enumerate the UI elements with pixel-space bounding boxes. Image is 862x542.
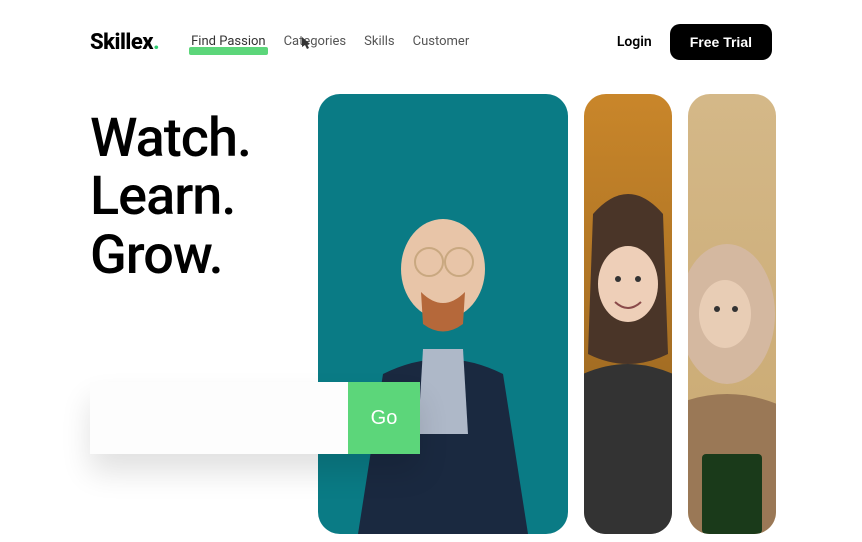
- hero-image-3: [688, 94, 776, 534]
- hero-text: Watch. Learn. Grow.: [90, 110, 251, 285]
- hero-line-3: Grow.: [90, 224, 223, 287]
- nav-categories[interactable]: Categories: [284, 34, 347, 51]
- search-bar: Go: [90, 382, 420, 454]
- nav-skills[interactable]: Skills: [364, 34, 395, 51]
- nav-find-passion[interactable]: Find Passion: [191, 34, 265, 51]
- hero-images: [318, 94, 776, 534]
- person-icon: [688, 174, 776, 534]
- hero-heading: Watch. Learn. Grow.: [90, 110, 251, 285]
- logo[interactable]: Skillex.: [90, 30, 159, 55]
- header: Skillex. Find Passion Categories Skills …: [0, 0, 862, 60]
- header-right: Login Free Trial: [617, 24, 772, 60]
- person-icon: [333, 174, 553, 534]
- hero-image-1: [318, 94, 568, 534]
- nav-customer[interactable]: Customer: [413, 34, 470, 51]
- hero-image-2: [584, 94, 672, 534]
- person-icon: [584, 174, 672, 534]
- logo-dot: .: [153, 30, 159, 55]
- login-link[interactable]: Login: [617, 34, 652, 50]
- logo-text: Skillex: [90, 30, 153, 55]
- go-button[interactable]: Go: [348, 382, 420, 454]
- search-input[interactable]: [90, 382, 348, 454]
- hero-line-1: Watch.: [90, 107, 251, 170]
- hero-line-2: Learn.: [90, 165, 235, 228]
- main-nav: Find Passion Categories Skills Customer: [191, 34, 469, 51]
- free-trial-button[interactable]: Free Trial: [670, 24, 772, 60]
